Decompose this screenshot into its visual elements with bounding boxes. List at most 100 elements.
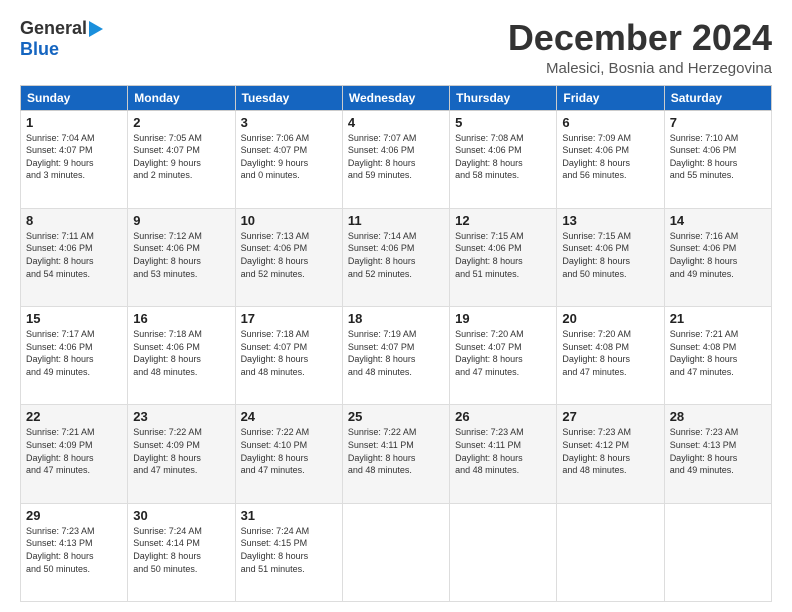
weekday-header-row: Sunday Monday Tuesday Wednesday Thursday… (21, 85, 772, 110)
day-info: Sunrise: 7:13 AM Sunset: 4:06 PM Dayligh… (241, 230, 337, 280)
table-row (557, 503, 664, 601)
day-info: Sunrise: 7:21 AM Sunset: 4:08 PM Dayligh… (670, 328, 766, 378)
day-number: 23 (133, 409, 229, 424)
day-number: 7 (670, 115, 766, 130)
day-info: Sunrise: 7:24 AM Sunset: 4:15 PM Dayligh… (241, 525, 337, 575)
day-number: 14 (670, 213, 766, 228)
table-row: 16Sunrise: 7:18 AM Sunset: 4:06 PM Dayli… (128, 307, 235, 405)
day-number: 28 (670, 409, 766, 424)
table-row: 5Sunrise: 7:08 AM Sunset: 4:06 PM Daylig… (450, 110, 557, 208)
table-row: 19 Sunrise: 7:20 AM Sunset: 4:07 PM Dayli… (450, 307, 557, 405)
logo-text: General Blue (20, 18, 103, 60)
table-row: 25 Sunrise: 7:22 AM Sunset: 4:11 PM Dayli… (342, 405, 449, 503)
day-info: Sunrise: 7:11 AM Sunset: 4:06 PM Dayligh… (26, 230, 122, 280)
title-section: December 2024 Malesici, Bosnia and Herze… (508, 18, 772, 77)
day-number: 6 (562, 115, 658, 130)
page: General Blue December 2024 Malesici, Bos… (0, 0, 792, 612)
table-row: 3 Sunrise: 7:06 AM Sunset: 4:07 PM Daylig… (235, 110, 342, 208)
day-info: Sunrise: 7:17 AM Sunset: 4:06 PM Dayligh… (26, 328, 122, 378)
day-info: Sunrise: 7:08 AM Sunset: 4:06 PM Dayligh… (455, 132, 551, 182)
table-row: 20Sunrise: 7:20 AM Sunset: 4:08 PM Dayli… (557, 307, 664, 405)
header-wednesday: Wednesday (342, 85, 449, 110)
calendar-week-row: 22 Sunrise: 7:21 AM Sunset: 4:09 PM Dayli… (21, 405, 772, 503)
day-info: Sunrise: 7:15 AM Sunset: 4:06 PM Dayligh… (455, 230, 551, 280)
day-number: 18 (348, 311, 444, 326)
day-number: 9 (133, 213, 229, 228)
table-row (664, 503, 771, 601)
table-row: 30 Sunrise: 7:24 AM Sunset: 4:14 PM Dayli… (128, 503, 235, 601)
day-number: 3 (241, 115, 337, 130)
day-info: Sunrise: 7:19 AM Sunset: 4:07 PM Dayligh… (348, 328, 444, 378)
table-row: 7Sunrise: 7:10 AM Sunset: 4:06 PM Daylig… (664, 110, 771, 208)
table-row: 17Sunrise: 7:18 AM Sunset: 4:07 PM Dayli… (235, 307, 342, 405)
calendar-week-row: 8 Sunrise: 7:11 AM Sunset: 4:06 PM Daylig… (21, 208, 772, 306)
day-number: 19 (455, 311, 551, 326)
day-info: Sunrise: 7:06 AM Sunset: 4:07 PM Dayligh… (241, 132, 337, 182)
day-number: 13 (562, 213, 658, 228)
logo-triangle-icon (89, 21, 103, 37)
table-row: 10Sunrise: 7:13 AM Sunset: 4:06 PM Dayli… (235, 208, 342, 306)
day-info: Sunrise: 7:22 AM Sunset: 4:11 PM Dayligh… (348, 426, 444, 476)
day-info: Sunrise: 7:09 AM Sunset: 4:06 PM Dayligh… (562, 132, 658, 182)
day-info: Sunrise: 7:22 AM Sunset: 4:10 PM Dayligh… (241, 426, 337, 476)
subtitle: Malesici, Bosnia and Herzegovina (508, 60, 772, 77)
day-info: Sunrise: 7:12 AM Sunset: 4:06 PM Dayligh… (133, 230, 229, 280)
day-number: 8 (26, 213, 122, 228)
table-row: 2 Sunrise: 7:05 AM Sunset: 4:07 PM Daylig… (128, 110, 235, 208)
day-number: 31 (241, 508, 337, 523)
table-row: 12 Sunrise: 7:15 AM Sunset: 4:06 PM Dayli… (450, 208, 557, 306)
day-info: Sunrise: 7:24 AM Sunset: 4:14 PM Dayligh… (133, 525, 229, 575)
table-row: 28Sunrise: 7:23 AM Sunset: 4:13 PM Dayli… (664, 405, 771, 503)
day-info: Sunrise: 7:04 AM Sunset: 4:07 PM Dayligh… (26, 132, 122, 182)
day-info: Sunrise: 7:23 AM Sunset: 4:11 PM Dayligh… (455, 426, 551, 476)
logo: General Blue (20, 18, 103, 60)
table-row: 27Sunrise: 7:23 AM Sunset: 4:12 PM Dayli… (557, 405, 664, 503)
month-title: December 2024 (508, 18, 772, 58)
day-info: Sunrise: 7:23 AM Sunset: 4:12 PM Dayligh… (562, 426, 658, 476)
header-monday: Monday (128, 85, 235, 110)
table-row: 4 Sunrise: 7:07 AM Sunset: 4:06 PM Daylig… (342, 110, 449, 208)
header-thursday: Thursday (450, 85, 557, 110)
day-info: Sunrise: 7:21 AM Sunset: 4:09 PM Dayligh… (26, 426, 122, 476)
logo-blue: Blue (20, 39, 59, 59)
logo-row1: General (20, 18, 103, 39)
day-number: 30 (133, 508, 229, 523)
day-info: Sunrise: 7:18 AM Sunset: 4:07 PM Dayligh… (241, 328, 337, 378)
header-friday: Friday (557, 85, 664, 110)
calendar-week-row: 1 Sunrise: 7:04 AM Sunset: 4:07 PM Daylig… (21, 110, 772, 208)
table-row (450, 503, 557, 601)
day-number: 11 (348, 213, 444, 228)
day-number: 25 (348, 409, 444, 424)
table-row: 13 Sunrise: 7:15 AM Sunset: 4:06 PM Dayli… (557, 208, 664, 306)
day-info: Sunrise: 7:22 AM Sunset: 4:09 PM Dayligh… (133, 426, 229, 476)
day-info: Sunrise: 7:07 AM Sunset: 4:06 PM Dayligh… (348, 132, 444, 182)
table-row: 26 Sunrise: 7:23 AM Sunset: 4:11 PM Dayli… (450, 405, 557, 503)
day-info: Sunrise: 7:15 AM Sunset: 4:06 PM Dayligh… (562, 230, 658, 280)
day-info: Sunrise: 7:14 AM Sunset: 4:06 PM Dayligh… (348, 230, 444, 280)
day-number: 26 (455, 409, 551, 424)
table-row: 6 Sunrise: 7:09 AM Sunset: 4:06 PM Daylig… (557, 110, 664, 208)
day-number: 12 (455, 213, 551, 228)
day-number: 1 (26, 115, 122, 130)
calendar-week-row: 15Sunrise: 7:17 AM Sunset: 4:06 PM Dayli… (21, 307, 772, 405)
table-row: 29 Sunrise: 7:23 AM Sunset: 4:13 PM Dayli… (21, 503, 128, 601)
day-number: 20 (562, 311, 658, 326)
table-row: 14Sunrise: 7:16 AM Sunset: 4:06 PM Dayli… (664, 208, 771, 306)
day-number: 29 (26, 508, 122, 523)
table-row (342, 503, 449, 601)
header-sunday: Sunday (21, 85, 128, 110)
day-number: 2 (133, 115, 229, 130)
day-number: 22 (26, 409, 122, 424)
table-row: 9 Sunrise: 7:12 AM Sunset: 4:06 PM Daylig… (128, 208, 235, 306)
day-number: 4 (348, 115, 444, 130)
table-row: 18 Sunrise: 7:19 AM Sunset: 4:07 PM Dayli… (342, 307, 449, 405)
table-row: 15Sunrise: 7:17 AM Sunset: 4:06 PM Dayli… (21, 307, 128, 405)
day-info: Sunrise: 7:20 AM Sunset: 4:07 PM Dayligh… (455, 328, 551, 378)
logo-general: General (20, 18, 87, 39)
day-info: Sunrise: 7:05 AM Sunset: 4:07 PM Dayligh… (133, 132, 229, 182)
calendar-table: Sunday Monday Tuesday Wednesday Thursday… (20, 85, 772, 602)
logo-row2: Blue (20, 39, 103, 60)
table-row: 1 Sunrise: 7:04 AM Sunset: 4:07 PM Daylig… (21, 110, 128, 208)
day-number: 24 (241, 409, 337, 424)
day-info: Sunrise: 7:23 AM Sunset: 4:13 PM Dayligh… (26, 525, 122, 575)
